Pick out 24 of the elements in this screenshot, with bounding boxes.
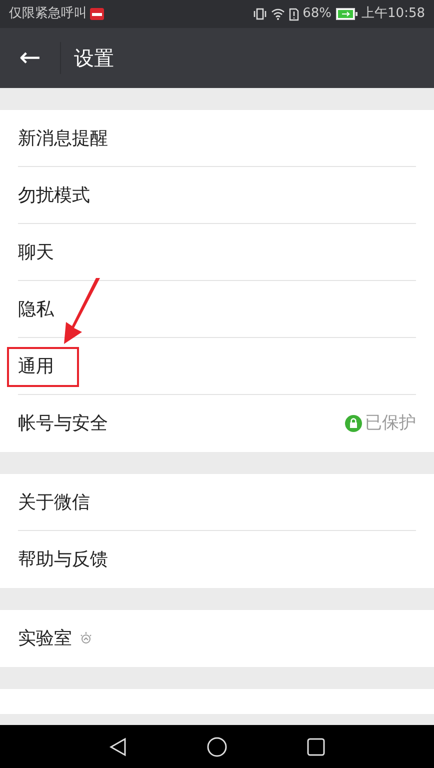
back-nav-icon[interactable] <box>109 736 127 756</box>
wifi-icon <box>270 8 285 20</box>
setting-label[interactable]: 新消息提醒 <box>18 125 108 152</box>
battery-charging-icon <box>336 8 358 20</box>
back-button[interactable]: ← <box>0 28 60 88</box>
carrier-text: 仅限紧急呼叫 <box>9 5 87 24</box>
setting-label[interactable]: 实验室 <box>18 625 72 652</box>
lock-icon <box>345 415 362 432</box>
recents-nav-icon[interactable] <box>307 738 325 756</box>
setting-label[interactable]: 关于微信 <box>18 489 90 516</box>
battery-percent: 68% <box>302 5 332 24</box>
page-title: 设置 <box>74 45 114 72</box>
setting-label[interactable]: 帮助与反馈 <box>18 546 108 573</box>
setting-label[interactable]: 聊天 <box>18 239 54 266</box>
setting-label[interactable]: 帐号与安全 <box>18 410 108 437</box>
vibrate-icon <box>252 8 267 20</box>
setting-label[interactable]: 通用 <box>18 353 54 380</box>
sim-alert-icon <box>288 8 299 20</box>
setting-label[interactable]: 勿扰模式 <box>18 182 90 209</box>
home-nav-icon[interactable] <box>207 736 227 756</box>
setting-label[interactable]: 隐私 <box>18 296 54 323</box>
clock-text: 上午10:58 <box>362 5 425 24</box>
app-notification-icon <box>90 8 104 20</box>
status-text: 已保护 <box>365 412 416 435</box>
